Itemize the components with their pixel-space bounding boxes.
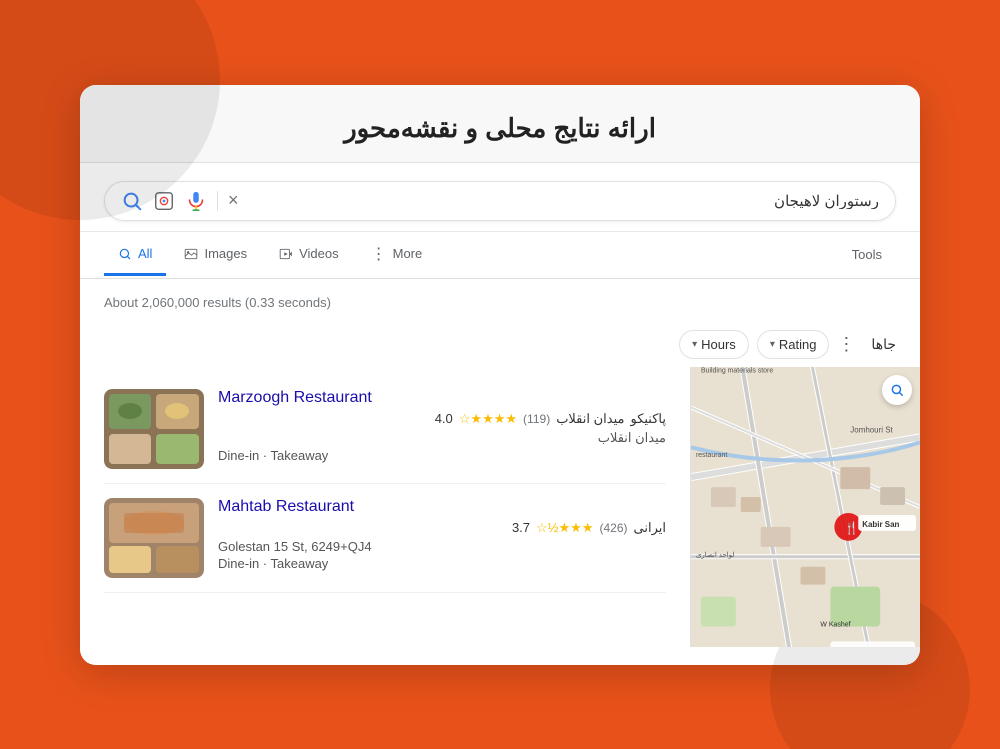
restaurant-image-1	[104, 389, 204, 469]
more-dots-icon: ⋮	[371, 244, 387, 264]
svg-text:Dr. Khajeh: Dr. Khajeh	[834, 646, 871, 647]
hours-filter-button[interactable]: Hours ▾	[679, 330, 749, 359]
all-tab-icon	[118, 247, 132, 261]
tab-more-label: More	[393, 246, 423, 261]
search-input[interactable]	[247, 192, 879, 209]
tab-all-label: All	[138, 246, 152, 261]
restaurant-list: Marzoogh Restaurant پاکنیکو میدان انقلاب…	[80, 367, 690, 647]
card-body: × All Images	[80, 163, 920, 665]
images-tab-icon	[184, 247, 198, 261]
results-section: About 2,060,000 results (0.33 seconds)	[80, 279, 920, 322]
main-content: Marzoogh Restaurant پاکنیکو میدان انقلاب…	[80, 367, 920, 647]
tab-more[interactable]: ⋮ More	[357, 232, 437, 279]
restaurant-name-1[interactable]: Marzoogh Restaurant	[218, 389, 666, 407]
restaurant-service-2: Dine-in · Takeaway	[218, 556, 666, 571]
search-divider	[217, 191, 218, 211]
restaurant-address-district-1: میدان انقلاب	[556, 411, 624, 427]
videos-tab-icon	[279, 247, 293, 261]
tab-videos[interactable]: Videos	[265, 234, 353, 276]
svg-text:لواحد انصاری: لواحد انصاری	[696, 550, 734, 558]
svg-text:restaurant: restaurant	[696, 452, 727, 459]
page-title: ارائه نتایج محلی و نقشه‌محور	[100, 113, 900, 144]
restaurant-rating-1: پاکنیکو میدان انقلاب (119) ★★★★☆ 4.0	[218, 411, 666, 427]
search-bar: ×	[104, 181, 896, 221]
restaurant-address-2: Golestan 15 St, 6249+QJ4	[218, 539, 666, 554]
results-count: About 2,060,000 results (0.33 seconds)	[104, 295, 896, 310]
search-icon[interactable]	[121, 190, 143, 212]
svg-text:Jomhouri St: Jomhouri St	[850, 425, 893, 434]
svg-text:Building materials store: Building materials store	[701, 367, 773, 374]
tab-images-label: Images	[204, 246, 247, 261]
restaurant-item-2: Mahtab Restaurant ایرانی (426) ★★★½☆ 3.7…	[104, 484, 666, 593]
restaurant-name-2[interactable]: Mahtab Restaurant	[218, 498, 666, 516]
search-bar-container: ×	[80, 163, 920, 232]
search-action-icons: ×	[121, 190, 239, 212]
rating-value-2: 3.7	[512, 520, 530, 535]
restaurant-info-1: Marzoogh Restaurant پاکنیکو میدان انقلاب…	[218, 389, 666, 463]
filter-bar: جاها ⋮ Rating ▾ Hours ▾	[80, 322, 920, 367]
restaurant-info-2: Mahtab Restaurant ایرانی (426) ★★★½☆ 3.7…	[218, 498, 666, 571]
review-count-1: (119)	[523, 412, 550, 426]
map-svg: Jomhouri St لواحد انصاری 🍴 Kabir San W K…	[691, 367, 920, 647]
hours-filter-label: Hours	[701, 337, 736, 352]
restaurant-service-1: Dine-in · Takeaway	[218, 448, 666, 463]
tab-videos-label: Videos	[299, 246, 339, 261]
review-count-2: (426)	[600, 521, 628, 535]
svg-text:W Kashef: W Kashef	[820, 621, 850, 628]
rating-filter-label: Rating	[779, 337, 817, 352]
hours-chevron-icon: ▾	[692, 339, 697, 350]
map-panel[interactable]: Jomhouri St لواحد انصاری 🍴 Kabir San W K…	[690, 367, 920, 647]
stars-2: ★★★½☆	[536, 520, 593, 536]
main-card: ارائه نتایج محلی و نقشه‌محور	[80, 85, 920, 665]
restaurant-rating-2: ایرانی (426) ★★★½☆ 3.7	[218, 520, 666, 536]
mic-icon[interactable]	[185, 190, 207, 212]
stars-1: ★★★★☆	[459, 411, 517, 427]
svg-text:🍴: 🍴	[844, 520, 859, 534]
restaurant-address-1: میدان انقلاب	[218, 430, 666, 446]
card-header: ارائه نتایج محلی و نقشه‌محور	[80, 85, 920, 163]
rating-chevron-icon: ▾	[770, 339, 775, 350]
restaurant-category-1: پاکنیکو	[630, 411, 666, 427]
restaurant-category-2: ایرانی	[634, 520, 666, 536]
rating-value-1: 4.0	[435, 411, 453, 426]
tab-images[interactable]: Images	[170, 234, 261, 276]
nav-tabs: All Images Videos ⋮ More	[80, 232, 920, 279]
clear-search-icon[interactable]: ×	[228, 190, 239, 211]
tools-button[interactable]: Tools	[838, 235, 896, 274]
rating-filter-button[interactable]: Rating ▾	[757, 330, 830, 359]
filter-more-icon[interactable]: ⋮	[837, 334, 855, 355]
tab-all[interactable]: All	[104, 234, 166, 276]
restaurant-image-2	[104, 498, 204, 578]
lens-icon[interactable]	[153, 190, 175, 212]
restaurant-item-1: Marzoogh Restaurant پاکنیکو میدان انقلاب…	[104, 375, 666, 484]
filter-section-label: جاها	[871, 336, 896, 353]
map-search-button[interactable]	[882, 375, 912, 405]
svg-text:Kabir San: Kabir San	[862, 519, 899, 528]
